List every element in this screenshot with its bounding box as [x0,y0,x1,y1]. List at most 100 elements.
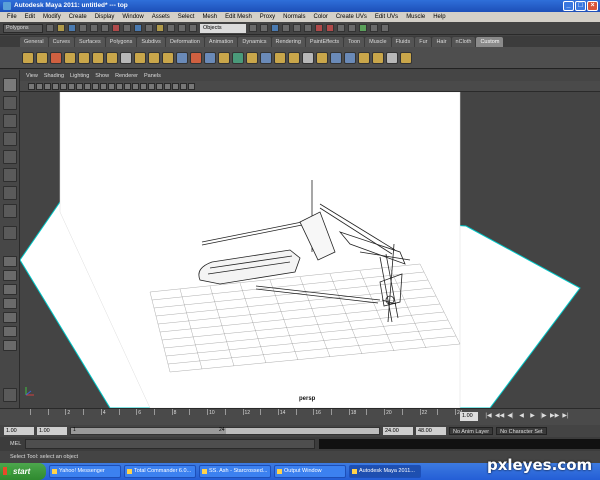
graph-layout-icon[interactable] [3,312,17,323]
panel-menu-show[interactable]: Show [95,73,109,79]
shelf-insert-edge-icon[interactable] [274,51,286,64]
step-back-frame-button[interactable]: ◀| [506,412,515,421]
input-line-icon[interactable] [348,24,356,32]
step-forward-frame-button[interactable]: |▶ [539,412,548,421]
close-button[interactable]: × [587,1,598,11]
camera-bookmark-icon[interactable] [36,82,43,90]
shelf-sphere-icon[interactable] [330,51,342,64]
two-pane-layout-icon[interactable] [3,284,17,295]
high-quality-icon[interactable] [156,82,163,90]
open-scene-icon[interactable] [57,24,65,32]
start-time-field[interactable]: 1.00 [4,427,34,435]
save-scene-icon[interactable] [68,24,76,32]
range-knob[interactable] [71,428,226,434]
select-handles-icon[interactable] [112,24,120,32]
ipr-render-icon[interactable] [326,24,334,32]
tab-fur[interactable]: Fur [415,37,432,47]
select-tool-icon[interactable] [3,78,17,92]
menu-help[interactable]: Help [429,14,449,20]
tab-deformation[interactable]: Deformation [165,37,204,47]
shelf-extrude-icon[interactable] [78,51,90,64]
tab-toon[interactable]: Toon [344,37,365,47]
select-curves-icon[interactable] [134,24,142,32]
play-backwards-button[interactable]: ◀ [517,412,526,421]
shelf-poly-cylinder-icon[interactable] [50,51,62,64]
lock-selection-icon[interactable] [189,24,197,32]
shelf-cp-icon[interactable] [386,51,398,64]
tab-fluids[interactable]: Fluids [391,37,415,47]
render-frame-icon[interactable] [315,24,323,32]
start-button[interactable]: start [0,463,46,480]
xray-joints-icon[interactable] [180,82,187,90]
select-joints-icon[interactable] [123,24,131,32]
step-back-key-button[interactable]: ◀◀ [495,412,504,421]
lasso-tool-icon[interactable] [3,96,17,110]
rotate-tool-icon[interactable] [3,150,17,164]
universal-manipulator-icon[interactable] [3,186,17,200]
panel-menu-renderer[interactable]: Renderer [115,73,138,79]
scale-tool-icon[interactable] [3,168,17,182]
panel-menu-panels[interactable]: Panels [144,73,161,79]
tab-hair[interactable]: Hair [432,37,451,47]
tab-painteffects[interactable]: PaintEffects [305,37,344,47]
image-plane-icon[interactable] [44,82,51,90]
shelf-separate-icon[interactable] [162,51,174,64]
shelf-split-icon[interactable] [106,51,118,64]
menu-file[interactable]: File [3,14,21,20]
safe-title-icon[interactable] [100,82,107,90]
taskbar-item[interactable]: Yahoo! Messenger [49,465,121,478]
tab-custom[interactable]: Custom [476,37,504,47]
select-surfaces-icon[interactable] [145,24,153,32]
select-hierarchy-icon[interactable] [79,24,87,32]
play-forwards-button[interactable]: ▶ [528,412,537,421]
use-all-lights-icon[interactable] [140,82,147,90]
shelf-cube-icon[interactable] [344,51,356,64]
menu-set-dropdown[interactable]: Polygons [3,23,43,33]
soft-modification-icon[interactable] [3,204,17,218]
menu-proxy[interactable]: Proxy [256,14,279,20]
shelf-lattice-icon[interactable] [358,51,370,64]
outliner-layout-icon[interactable] [3,298,17,309]
selection-field[interactable]: Objects [200,23,246,33]
menu-mesh[interactable]: Mesh [198,14,221,20]
shelf-sculpt-icon[interactable] [316,51,328,64]
channel-box-icon[interactable] [381,24,389,32]
quick-layout-icon[interactable] [3,388,17,402]
attribute-editor-icon[interactable] [359,24,367,32]
menu-edit[interactable]: Edit [21,14,39,20]
go-to-end-button[interactable]: ▶| [561,412,570,421]
menu-color[interactable]: Color [309,14,331,20]
minimize-button[interactable]: _ [563,1,574,11]
isolate-select-icon[interactable] [164,82,171,90]
tab-ncloth[interactable]: nCloth [451,37,476,47]
panel-menu-lighting[interactable]: Lighting [70,73,89,79]
anim-layer-dropdown[interactable]: No Anim Layer [449,427,494,435]
film-gate-icon[interactable] [60,82,67,90]
taskbar-item[interactable]: Total Commander 6.0... [124,465,196,478]
shelf-smooth-icon[interactable] [176,51,188,64]
hypershade-layout-icon[interactable] [3,326,17,337]
textured-icon[interactable] [132,82,139,90]
paint-select-tool-icon[interactable] [3,114,17,128]
snap-point-icon[interactable] [271,24,279,32]
menu-normals[interactable]: Normals [279,14,309,20]
shadows-icon[interactable] [148,82,155,90]
playback-start-field[interactable]: 1.00 [37,427,67,435]
shelf-poly-sphere-icon[interactable] [36,51,48,64]
shelf-mirror-icon[interactable] [246,51,258,64]
shelf-history-icon[interactable] [302,51,314,64]
menu-window[interactable]: Window [118,14,147,20]
step-forward-key-button[interactable]: ▶▶ [550,412,559,421]
new-scene-icon[interactable] [46,24,54,32]
menu-create-uvs[interactable]: Create UVs [332,14,371,20]
wireframe-icon[interactable] [108,82,115,90]
shelf-duplicate-icon[interactable] [120,51,132,64]
shelf-freeze-icon[interactable] [218,51,230,64]
menu-muscle[interactable]: Muscle [402,14,429,20]
shelf-grid-icon[interactable] [372,51,384,64]
tab-general[interactable]: General [20,37,48,47]
tab-rendering[interactable]: Rendering [271,37,305,47]
tab-surfaces[interactable]: Surfaces [75,37,105,47]
current-frame-field[interactable]: 1.00 [460,412,478,421]
select-rendering-icon[interactable] [178,24,186,32]
